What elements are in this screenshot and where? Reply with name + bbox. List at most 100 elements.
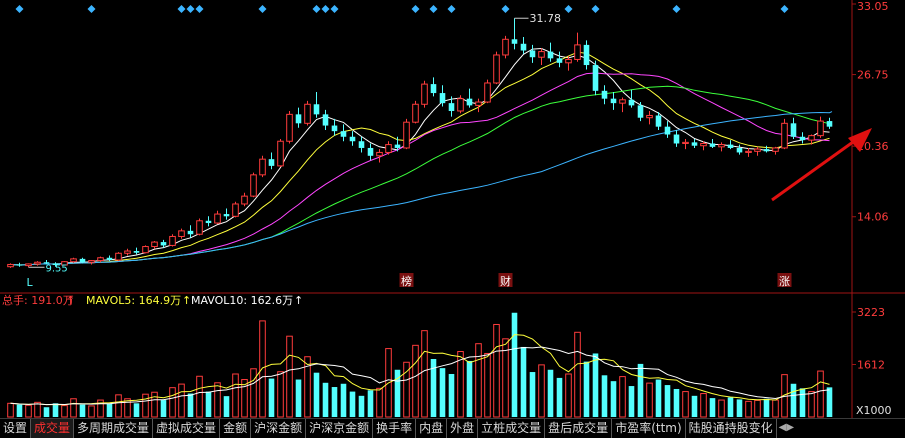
event-diamond-icon[interactable]	[177, 5, 186, 13]
volume-bar	[142, 393, 149, 418]
volume-bar	[43, 407, 50, 417]
candle-body	[772, 147, 779, 152]
event-diamond-icon[interactable]	[672, 5, 681, 13]
volume-bar	[223, 396, 230, 417]
event-diamond-icon[interactable]	[258, 5, 267, 13]
candle-body	[439, 93, 446, 104]
candle-body	[403, 121, 410, 149]
event-diamond-icon[interactable]	[87, 5, 96, 13]
volume-bar	[160, 400, 167, 417]
event-marker-label: 榜	[401, 274, 412, 288]
event-diamond-icon[interactable]	[411, 5, 420, 13]
tab-2[interactable]: 多周期成交量	[74, 419, 154, 438]
event-diamond-icon[interactable]	[564, 5, 573, 13]
tab-11[interactable]: 盘后成交量	[545, 419, 613, 438]
volume-bar	[349, 391, 356, 417]
volume-bar	[187, 393, 194, 417]
event-diamond-icon[interactable]	[195, 5, 204, 13]
event-diamond-icon[interactable]	[780, 5, 789, 13]
tab-1[interactable]: 成交量	[31, 419, 75, 438]
candle-body	[25, 263, 32, 267]
candle-body	[115, 252, 122, 261]
triangle-right-icon[interactable]: ▶	[786, 422, 794, 433]
volume-bar	[583, 361, 590, 417]
volume-bar	[367, 390, 374, 417]
volume-bar	[340, 383, 347, 417]
event-diamond-icon[interactable]	[591, 5, 600, 13]
event-diamond-icon[interactable]	[501, 5, 510, 13]
ma20-line	[10, 72, 830, 266]
event-diamond-icon[interactable]	[321, 5, 330, 13]
candle-body	[529, 50, 536, 58]
volume-bar	[655, 379, 662, 417]
tab-3[interactable]: 虚拟成交量	[153, 419, 221, 438]
tab-9[interactable]: 外盘	[447, 419, 479, 438]
tab-0[interactable]: 设置	[0, 419, 32, 438]
candle-body	[817, 120, 824, 137]
candle-body	[700, 142, 707, 147]
tab-13[interactable]: 陆股通持股变化	[686, 419, 777, 438]
event-diamond-icon[interactable]	[186, 5, 195, 13]
volume-bar	[286, 335, 293, 418]
up-arrow-icon: ↑	[294, 294, 303, 307]
event-diamond-icon[interactable]	[447, 5, 456, 13]
tab-8[interactable]: 内盘	[416, 419, 448, 438]
volume-bar	[538, 364, 545, 418]
event-diamond-icon[interactable]	[15, 5, 24, 13]
tab-4[interactable]: 金额	[220, 419, 252, 438]
candle-body	[88, 260, 95, 263]
candle-body	[709, 143, 716, 147]
candle-body	[583, 44, 590, 66]
stock-chart[interactable]: 33.0526.7520.3614.0631.789.55L 榜财涨总手: 191…	[0, 0, 905, 437]
volume-bar	[61, 405, 68, 418]
event-diamond-icon[interactable]	[312, 5, 321, 13]
volume-bar	[196, 375, 203, 418]
tab-12[interactable]: 市盈率(ttm)	[612, 419, 686, 438]
tab-6[interactable]: 沪深京金额	[306, 419, 374, 438]
volume-bar	[601, 375, 608, 417]
candle-body	[322, 114, 329, 126]
candle-body	[286, 113, 293, 142]
tab-10[interactable]: 立桩成交量	[478, 419, 546, 438]
ma5-line	[10, 47, 830, 266]
candle-body	[619, 99, 626, 104]
candle-body	[538, 51, 545, 58]
candle-body	[682, 141, 689, 144]
volume-bar	[295, 379, 302, 417]
legend-total: 总手: 191.0万	[2, 293, 74, 307]
volume-bar	[772, 399, 779, 418]
tab-7[interactable]: 换手率	[373, 419, 417, 438]
volume-bar	[709, 398, 716, 417]
low-price-label: 9.55	[46, 263, 68, 274]
candle-body	[151, 241, 158, 248]
up-arrow-icon: ↑	[182, 294, 191, 307]
tab-5[interactable]: 沪深金额	[251, 419, 307, 438]
ma30-line	[10, 85, 830, 266]
candle-body	[133, 251, 140, 253]
ma10-line	[10, 51, 830, 266]
volume-bar	[52, 403, 59, 417]
up-arrow-icon: ↑	[66, 294, 75, 307]
candle-body	[781, 122, 788, 149]
candle-body	[178, 230, 185, 237]
volume-bar	[466, 360, 473, 417]
event-diamond-icon[interactable]	[429, 5, 438, 13]
volume-bar	[493, 323, 500, 418]
volume-bar	[745, 400, 752, 418]
volume-bar	[448, 373, 455, 417]
volume-bar	[205, 391, 212, 417]
candle-body	[556, 58, 563, 63]
volume-bar	[358, 395, 365, 417]
candle-body	[187, 230, 194, 235]
volume-bar	[646, 382, 653, 418]
candle-body	[547, 51, 554, 59]
candle-body	[385, 144, 392, 153]
volume-bar	[664, 385, 671, 417]
tab-scroll-buttons[interactable]: ◀▶	[777, 419, 796, 438]
volume-bar	[673, 388, 680, 417]
volume-bar	[331, 387, 338, 417]
volume-bar	[376, 387, 383, 418]
candle-body	[826, 121, 833, 127]
event-diamond-icon[interactable]	[330, 5, 339, 13]
volume-bar	[250, 368, 257, 418]
